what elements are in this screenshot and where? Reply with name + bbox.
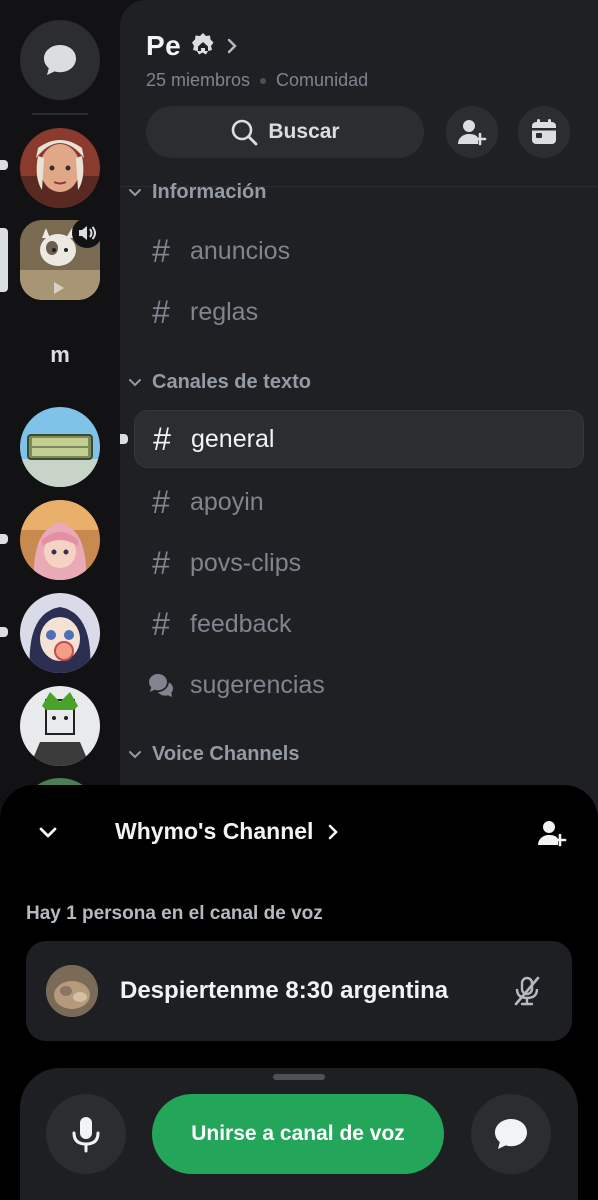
speaker-icon bbox=[79, 226, 96, 240]
voice-channel-name: Whymo's Channel bbox=[115, 818, 314, 844]
invite-to-voice-button[interactable] bbox=[530, 815, 574, 851]
category-voice-channels[interactable]: Voice Channels bbox=[128, 743, 299, 766]
hash-icon: # bbox=[152, 232, 170, 269]
server-icon-5[interactable] bbox=[20, 593, 100, 673]
server-avatar-image bbox=[20, 407, 100, 487]
discord-app: m Pe 25 miembros Comunidad Buscar Inform… bbox=[0, 0, 598, 1200]
channel-anuncios[interactable]: # anuncios bbox=[134, 222, 584, 280]
avatar bbox=[46, 965, 98, 1017]
hash-icon: # bbox=[152, 483, 170, 520]
chevron-down-icon bbox=[39, 827, 57, 838]
chevron-down-icon bbox=[129, 750, 141, 758]
separator-dot bbox=[260, 77, 267, 84]
channel-feedback[interactable]: # feedback bbox=[134, 595, 584, 653]
collapse-sheet-button[interactable] bbox=[30, 815, 66, 851]
events-button[interactable] bbox=[518, 106, 570, 158]
server-icon-6[interactable] bbox=[20, 686, 100, 766]
server-icon-battle-royale[interactable] bbox=[20, 407, 100, 487]
channel-label: reglas bbox=[190, 297, 259, 326]
hash-icon: # bbox=[152, 293, 170, 330]
member-count: 25 miembros bbox=[146, 70, 251, 90]
chat-bubble-icon bbox=[44, 45, 76, 75]
voice-channel-sheet: Whymo's Channel Hay 1 persona en el cana… bbox=[0, 785, 598, 1200]
community-home-icon bbox=[192, 33, 214, 55]
channel-general[interactable]: # general bbox=[134, 410, 584, 468]
server-avatar-image bbox=[20, 593, 100, 673]
channel-sugerencias[interactable]: sugerencias bbox=[134, 656, 584, 714]
voice-sheet-header: Whymo's Channel bbox=[0, 803, 598, 863]
forum-icon bbox=[149, 674, 173, 697]
invite-members-button[interactable] bbox=[446, 106, 498, 158]
hash-icon: # bbox=[153, 420, 171, 457]
unread-indicator bbox=[0, 534, 8, 544]
selected-server-indicator bbox=[0, 228, 8, 292]
server-icon-1[interactable] bbox=[20, 128, 100, 208]
chevron-right-icon bbox=[228, 38, 237, 54]
channel-label: povs-clips bbox=[190, 548, 302, 577]
server-type: Comunidad bbox=[276, 70, 369, 90]
server-avatar-image bbox=[20, 500, 100, 580]
rail-separator bbox=[32, 113, 88, 115]
channel-label: sugerencias bbox=[190, 670, 325, 699]
server-avatar-image bbox=[20, 128, 100, 208]
direct-messages-button[interactable] bbox=[20, 20, 100, 100]
avatar-image bbox=[46, 965, 98, 1017]
search-icon bbox=[232, 119, 258, 146]
add-member-icon bbox=[458, 120, 487, 146]
search-button[interactable]: Buscar bbox=[146, 106, 424, 158]
chat-bubble-icon bbox=[495, 1119, 527, 1149]
channel-unread-indicator bbox=[120, 434, 128, 444]
add-member-icon bbox=[538, 821, 567, 847]
server-header[interactable]: Pe bbox=[146, 30, 239, 62]
category-informacion[interactable]: Información bbox=[128, 181, 266, 204]
voice-channel-title[interactable]: Whymo's Channel bbox=[115, 818, 339, 845]
calendar-icon bbox=[532, 119, 556, 144]
category-label: Voice Channels bbox=[152, 743, 300, 765]
voice-action-bar: Unirse a canal de voz bbox=[20, 1068, 578, 1200]
unread-indicator bbox=[0, 627, 8, 637]
channel-povs-clips[interactable]: # povs-clips bbox=[134, 534, 584, 592]
chevron-down-icon bbox=[129, 378, 141, 386]
voice-active-badge bbox=[72, 218, 102, 248]
channel-apoyin[interactable]: # apoyin bbox=[134, 473, 584, 531]
channel-label: apoyin bbox=[190, 487, 264, 516]
channel-label: anuncios bbox=[190, 236, 291, 265]
chevron-right-icon bbox=[329, 824, 339, 839]
category-label: Información bbox=[152, 181, 267, 203]
voice-participant-card[interactable]: Despiertenme 8:30 argentina bbox=[26, 941, 572, 1041]
server-avatar-image bbox=[20, 686, 100, 766]
server-icon-4[interactable] bbox=[20, 500, 100, 580]
category-canales-de-texto[interactable]: Canales de texto bbox=[128, 371, 311, 394]
participant-name: Despiertenme 8:30 argentina bbox=[120, 977, 449, 1004]
hash-icon: # bbox=[152, 544, 170, 581]
drag-handle[interactable] bbox=[273, 1074, 325, 1080]
join-voice-button[interactable]: Unirse a canal de voz bbox=[152, 1094, 444, 1174]
server-name: Pe bbox=[146, 30, 182, 61]
server-meta: 25 miembros Comunidad bbox=[146, 70, 368, 91]
channel-reglas[interactable]: # reglas bbox=[134, 283, 584, 341]
hash-icon: # bbox=[152, 605, 170, 642]
unread-indicator bbox=[0, 160, 8, 170]
microphone-icon bbox=[72, 1117, 100, 1153]
mic-muted-icon bbox=[514, 976, 540, 1006]
search-label: Buscar bbox=[268, 120, 340, 143]
server-icon-letter[interactable]: m bbox=[20, 315, 100, 395]
channel-label: general bbox=[191, 424, 275, 453]
voice-participant-count: Hay 1 persona en el canal de voz bbox=[26, 903, 323, 924]
channel-label: feedback bbox=[190, 609, 292, 638]
open-chat-button[interactable] bbox=[471, 1094, 551, 1174]
category-label: Canales de texto bbox=[152, 371, 311, 393]
microphone-button[interactable] bbox=[46, 1094, 126, 1174]
chevron-down-icon bbox=[129, 188, 141, 196]
